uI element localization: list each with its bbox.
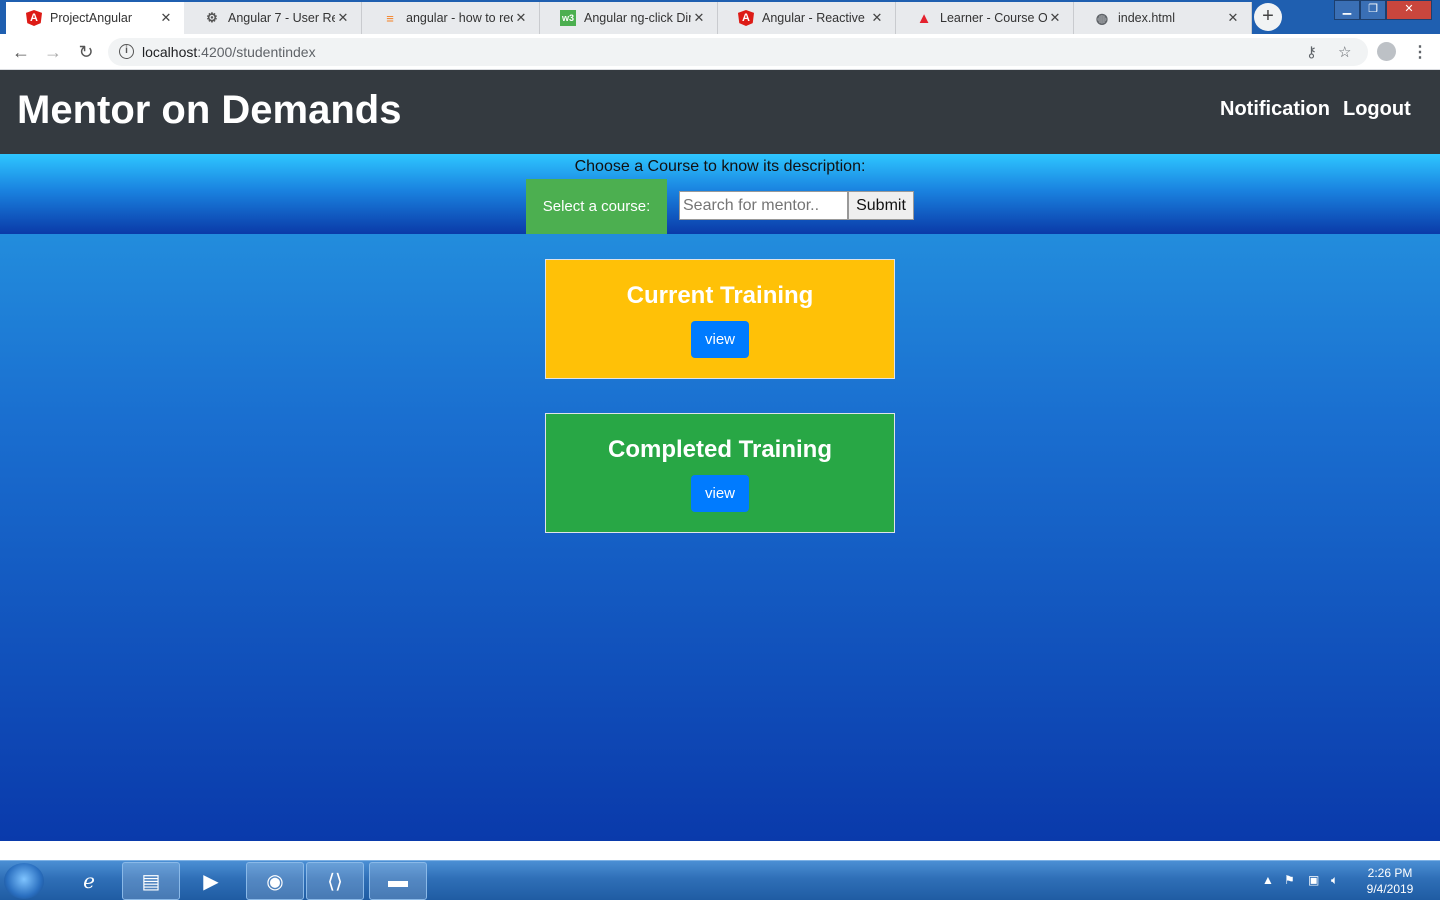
url-path: :4200/studentindex [197,44,316,60]
bookmark-star-icon[interactable]: ☆ [1338,43,1351,61]
tab-index-html[interactable]: ◍ index.html ✕ [1074,2,1252,34]
stackoverflow-icon: ≡ [386,10,394,26]
globe-icon: ◍ [1095,9,1109,26]
select-course-label: Select a course: [526,179,667,234]
completed-training-title: Completed Training [607,436,832,463]
new-tab-button[interactable]: + [1254,3,1282,31]
volume-icon[interactable]: 🔈︎ [1331,873,1338,888]
windows-taskbar: ℯ ▤ ▶ ◉ ⟨⟩ ▬ ▲ ⚑ ▣ 🔈︎ 2:26 PM 9/4/2019 [0,860,1440,900]
profile-avatar-icon[interactable] [1377,42,1396,61]
close-tab-icon[interactable]: ✕ [335,10,351,26]
tab-title: Angular 7 - User Reg [228,11,335,25]
tab-learner-course[interactable]: ▲ Learner - Course Ove ✕ [896,2,1074,34]
angular-icon: A [26,10,42,26]
clock-date: 9/4/2019 [1366,882,1414,896]
close-tab-icon[interactable]: ✕ [1047,10,1063,26]
tab-title: Learner - Course Ove [940,11,1047,25]
system-clock[interactable]: 2:26 PM 9/4/2019 [1352,865,1428,897]
current-training-view-button[interactable]: view [691,321,749,358]
close-tab-icon[interactable]: ✕ [513,10,529,26]
tab-title: index.html [1118,11,1175,25]
angular-icon: A [738,10,754,26]
logout-link[interactable]: Logout [1343,98,1411,121]
reload-icon[interactable]: ↻ [75,41,97,63]
close-tab-icon[interactable]: ✕ [869,10,885,26]
tab-title: angular - how to redi [406,11,513,25]
mentor-search-input[interactable] [679,191,848,220]
browser-tab-strip: A ProjectAngular ✕ ⚙ Angular 7 - User Re… [0,0,1440,34]
close-window-icon[interactable]: ✕ [1386,0,1432,20]
close-tab-icon[interactable]: ✕ [158,10,174,26]
tab-reactive-forms[interactable]: A Angular - Reactive Fo ✕ [718,2,896,34]
browser-toolbar: ← → ↻ i localhost:4200/studentindex ⚷ ☆ … [0,34,1440,70]
w3schools-icon: w3 [560,10,576,26]
address-bar[interactable]: i localhost:4200/studentindex [108,38,1368,66]
action-center-flag-icon[interactable]: ⚑ [1284,873,1295,887]
minimize-icon[interactable]: ▁ [1334,0,1360,20]
close-tab-icon[interactable]: ✕ [1225,10,1241,26]
media-player-icon[interactable]: ▶ [182,862,240,900]
course-prompt: Choose a Course to know its description: [574,158,866,175]
network-icon[interactable]: ▣ [1308,873,1319,887]
key-icon[interactable]: ⚷ [1306,43,1317,61]
windows-start-icon[interactable] [4,863,44,899]
internet-explorer-icon[interactable]: ℯ [60,862,118,900]
chrome-icon[interactable]: ◉ [246,862,304,900]
vscode-icon[interactable]: ⟨⟩ [306,862,364,900]
forward-arrow-icon[interactable]: → [42,41,64,63]
restore-icon[interactable]: ❐ [1360,0,1386,20]
tab-w3schools[interactable]: w3 Angular ng-click Dire ✕ [540,2,718,34]
tab-user-reg[interactable]: ⚙ Angular 7 - User Reg ✕ [184,2,362,34]
page-body: Mentor on Demands Notification Logout Ch… [0,70,1440,841]
completed-training-view-button[interactable]: view [691,475,749,512]
close-tab-icon[interactable]: ✕ [691,10,707,26]
site-info-icon[interactable]: i [119,44,134,59]
command-prompt-icon[interactable]: ▬ [369,862,427,900]
tab-project-angular[interactable]: A ProjectAngular ✕ [6,2,184,34]
tab-title: ProjectAngular [50,11,132,25]
current-training-title: Current Training [626,282,814,309]
submit-button[interactable]: Submit [848,191,914,220]
clock-time: 2:26 PM [1367,866,1413,880]
browser-menu-icon[interactable]: ⋮ [1412,42,1428,62]
course-search-band: Choose a Course to know its description:… [0,154,1440,234]
url-host: localhost [142,44,198,60]
adobe-icon: ▲ [916,9,932,27]
completed-training-card: Completed Training view [545,413,895,533]
brand-title[interactable]: Mentor on Demands [17,88,401,133]
url-text: localhost:4200/studentindex [142,44,316,60]
current-training-card: Current Training view [545,259,895,379]
notification-link[interactable]: Notification [1220,98,1330,121]
github-icon: ⚙ [206,10,218,25]
tab-title: Angular - Reactive Fo [762,11,869,25]
file-explorer-icon[interactable]: ▤ [122,862,180,900]
tab-title: Angular ng-click Dire [584,11,691,25]
back-arrow-icon[interactable]: ← [10,41,32,63]
tab-stackoverflow[interactable]: ≡ angular - how to redi ✕ [362,2,540,34]
tray-expand-icon[interactable]: ▲ [1262,873,1274,887]
top-navbar: Mentor on Demands Notification Logout [0,70,1440,154]
